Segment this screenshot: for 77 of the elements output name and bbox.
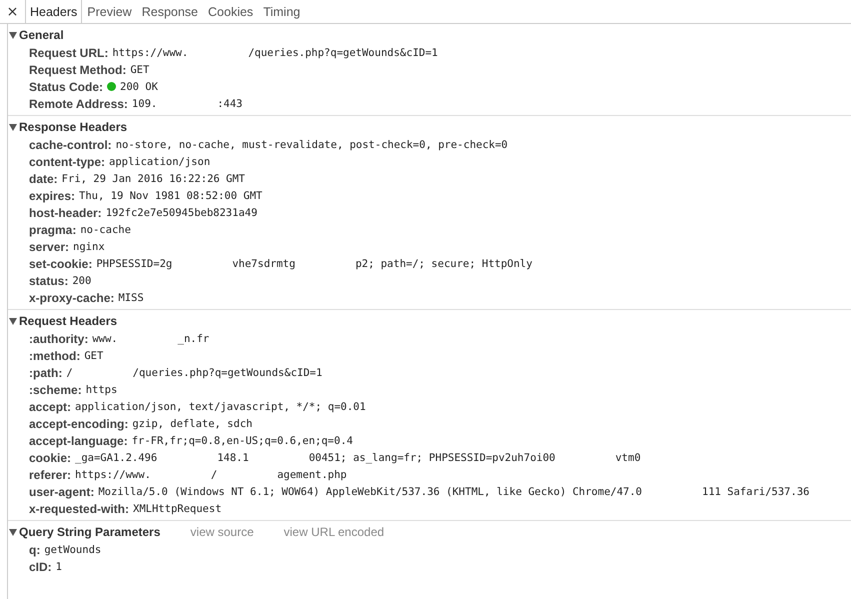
tab[interactable]: Headers — [25, 0, 82, 23]
header-value: :443 — [217, 98, 243, 110]
triangle-icon[interactable] — [9, 528, 17, 536]
header-name: :authority: — [29, 332, 88, 346]
header-name: accept-encoding: — [29, 416, 128, 430]
header-value: 200 OK — [120, 80, 158, 92]
triangle-icon[interactable] — [9, 31, 17, 39]
header-value: /queries.php?q=getWounds&cID=1 — [248, 46, 438, 58]
header-value: p2; path=/; secure; HttpOnly — [355, 258, 532, 270]
header-value: 00451; as_lang=fr; PHPSESSID=pv2uh7oi00 — [308, 452, 556, 464]
header-name: :path: — [29, 366, 62, 380]
header-name: :method: — [29, 348, 80, 362]
view-link[interactable]: view URL encoded — [284, 525, 384, 539]
header-value: / — [66, 366, 73, 378]
header-name: date: — [29, 172, 58, 186]
header-name: cookie: — [29, 450, 72, 464]
header-value: www. — [92, 332, 118, 344]
header-value: application/json, text/javascript, */*; q=0.01 — [75, 400, 366, 412]
header-value: Fri, 29 Jan 2016 16:22:26 GMT — [62, 172, 245, 184]
header-value: no-cache — [80, 224, 131, 236]
header-value: 192fc2e7e50945beb8231a49 — [106, 206, 258, 218]
header-value: agement.php — [277, 468, 347, 480]
header-value: / — [210, 468, 218, 480]
view-link[interactable]: view source — [190, 525, 254, 539]
header-value: vhe7sdrmtg — [232, 258, 296, 270]
header-name: expires: — [29, 188, 76, 202]
section-title[interactable]: Response Headers — [19, 120, 128, 134]
header-value: Mozilla/5.0 (Windows NT 6.1; WOW64) AppleWebKit/537.36 (KHTML, like Gecko) Chrome/47.0 — [98, 486, 642, 498]
header-name: set-cookie: — [29, 256, 92, 270]
header-name: :scheme: — [29, 382, 82, 396]
header-value: _ga=GA1.2.496 — [75, 452, 158, 464]
header-name: accept-language: — [29, 434, 128, 448]
header-value: 111 Safari/537.36 — [702, 486, 810, 498]
header-value: application/json — [109, 156, 210, 168]
header-name: referer: — [29, 468, 72, 482]
section-title[interactable]: General — [19, 28, 64, 42]
section-title[interactable]: Query String Parameters — [19, 525, 160, 539]
header-name: Request Method: — [29, 62, 126, 76]
header-name: user-agent: — [29, 484, 94, 498]
header-name: q: — [29, 542, 40, 556]
header-value: Thu, 19 Nov 1981 08:52:00 GMT — [79, 190, 262, 202]
header-value: XMLHttpRequest — [133, 502, 222, 514]
header-value: PHPSESSID=2g — [96, 258, 172, 270]
header-name: server: — [29, 240, 70, 254]
triangle-icon[interactable] — [9, 123, 17, 131]
header-name: Status Code: — [29, 80, 104, 94]
header-value: https://www. — [75, 468, 151, 480]
header-value: https — [86, 384, 118, 396]
header-value: getWounds — [44, 544, 102, 556]
header-name: accept: — [29, 400, 72, 414]
header-name: pragma: — [29, 222, 76, 236]
triangle-icon[interactable] — [9, 317, 17, 325]
header-value: GET — [130, 64, 150, 76]
header-value: 200 — [72, 274, 92, 286]
header-value: https://www. — [112, 46, 188, 58]
header-value: 109. — [132, 98, 158, 110]
header-value: /queries.php?q=getWounds&cID=1 — [132, 366, 322, 378]
header-value: 1 — [56, 560, 62, 572]
header-value: vtm0 — [615, 452, 641, 464]
header-value: 148.1 — [217, 452, 249, 464]
header-value: no-store, no-cache, must-revalidate, post-check=0, pre-check=0 — [116, 138, 508, 150]
header-name: x-requested-with: — [29, 502, 130, 516]
header-value: fr-FR,fr;q=0.8,en-US;q=0.6,en;q=0.4 — [132, 434, 353, 446]
header-value: gzip, deflate, sdch — [132, 418, 252, 430]
header-name: content-type: — [29, 154, 105, 168]
header-name: x-proxy-cache: — [29, 290, 114, 304]
header-name: cID: — [29, 560, 52, 574]
header-name: status: — [29, 274, 68, 288]
header-value: _n.fr — [178, 332, 210, 344]
section-title[interactable]: Request Headers — [19, 314, 118, 328]
header-name: cache-control: — [29, 138, 112, 152]
header-name: Request URL: — [29, 46, 108, 60]
header-name: host-header: — [29, 206, 102, 220]
header-value: nginx — [73, 240, 105, 252]
header-name: Remote Address: — [29, 96, 128, 110]
header-value: MISS — [118, 292, 144, 304]
header-value: GET — [84, 350, 104, 362]
